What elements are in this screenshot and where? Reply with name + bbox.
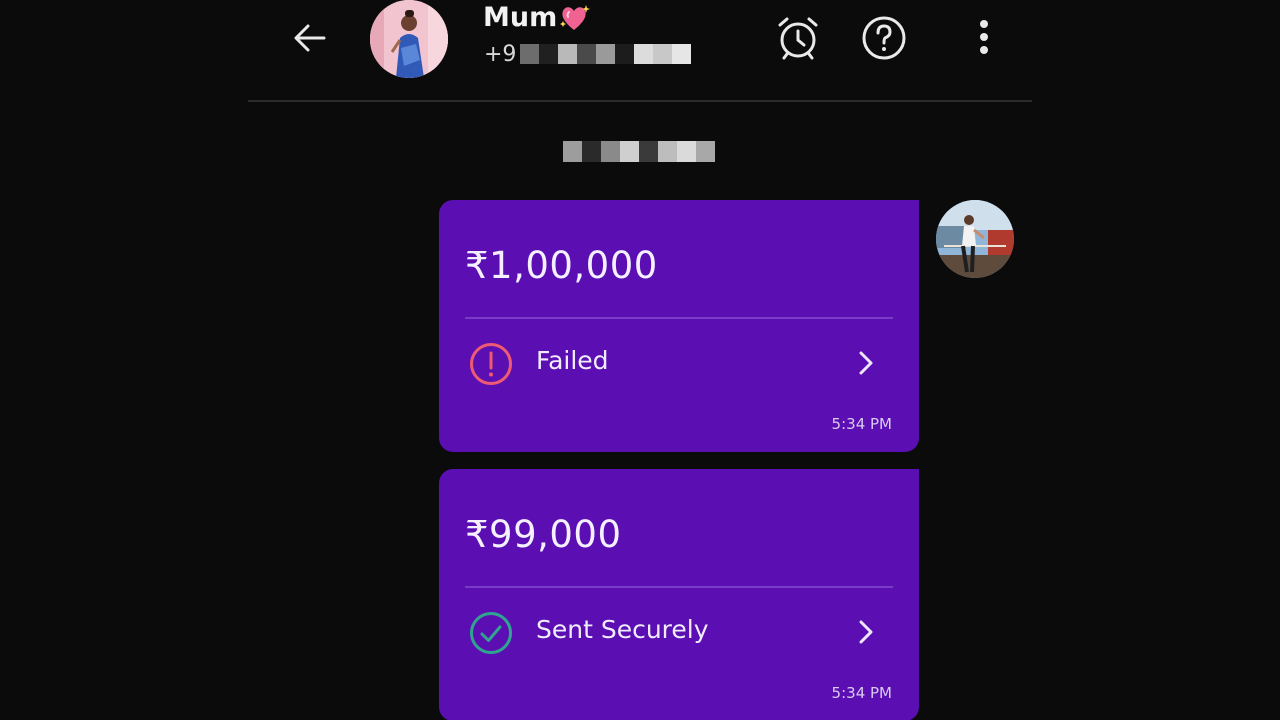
more-options-button[interactable] [964, 10, 1004, 66]
payment-status: Sent Securely [536, 615, 709, 644]
back-button[interactable] [284, 14, 336, 62]
chevron-right-icon[interactable] [855, 348, 877, 378]
payment-card-sent[interactable]: ₹99,000 Sent Securely 5:34 PM [439, 469, 919, 720]
chat-screen: Mum +9 ₹1,00,000 Failed 5:34 PM ₹99,000 … [0, 0, 1280, 720]
chat-header: Mum +9 [248, 0, 1032, 102]
card-divider [465, 317, 893, 319]
phone-prefix: +9 [484, 41, 517, 67]
arrow-left-icon [294, 24, 326, 52]
phone-redaction [520, 44, 692, 64]
sender-avatar[interactable] [936, 200, 1014, 278]
alert-circle-icon [470, 343, 512, 385]
contact-phone: +9 [484, 40, 692, 68]
sender-photo [936, 200, 1014, 278]
date-separator-redacted [563, 141, 715, 162]
message-timestamp: 5:34 PM [831, 415, 892, 433]
alarm-button[interactable] [770, 10, 826, 66]
alarm-clock-icon [778, 17, 818, 60]
payment-status: Failed [536, 346, 609, 375]
payment-amount: ₹1,00,000 [465, 244, 658, 287]
check-circle-icon [470, 612, 512, 654]
contact-name: Mum [483, 2, 591, 33]
card-divider [465, 586, 893, 588]
message-timestamp: 5:34 PM [831, 684, 892, 702]
more-vertical-icon [980, 20, 988, 54]
contact-avatar[interactable] [370, 0, 448, 78]
payment-amount: ₹99,000 [465, 513, 622, 556]
contact-photo [370, 0, 448, 78]
help-button[interactable] [856, 10, 912, 66]
payment-card-failed[interactable]: ₹1,00,000 Failed 5:34 PM [439, 200, 919, 452]
chevron-right-icon[interactable] [855, 617, 877, 647]
contact-name-text: Mum [483, 2, 558, 33]
sparkling-heart-icon [560, 4, 591, 30]
help-circle-icon [862, 16, 906, 60]
